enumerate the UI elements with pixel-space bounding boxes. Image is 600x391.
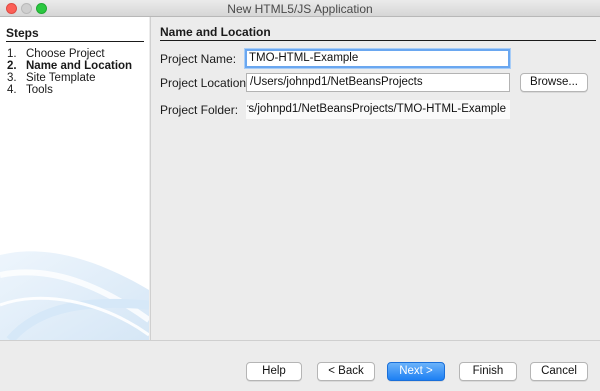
step-item-site-template: 3. Site Template	[7, 72, 132, 84]
browse-button[interactable]: Browse...	[520, 73, 588, 92]
step-number: 4.	[7, 84, 17, 96]
step-label: Site Template	[26, 72, 96, 84]
steps-header: Steps	[6, 26, 144, 42]
next-button[interactable]: Next >	[387, 362, 445, 381]
section-title: Name and Location	[160, 25, 596, 41]
project-folder-label: Project Folder:	[160, 103, 239, 117]
step-item-name-and-location: 2. Name and Location	[7, 60, 132, 72]
project-name-label: Project Name:	[160, 52, 237, 66]
wizard-footer: Help < Back Next > Finish Cancel	[0, 340, 600, 391]
project-folder-field: /Users/johnpd1/NetBeansProjects/TMO-HTML…	[246, 100, 510, 119]
step-label: Name and Location	[26, 60, 133, 72]
project-name-input[interactable]: TMO-HTML-Example	[245, 49, 510, 68]
project-folder-value: /Users/johnpd1/NetBeansProjects/TMO-HTML…	[246, 103, 506, 115]
cancel-button[interactable]: Cancel	[530, 362, 588, 381]
window-titlebar: New HTML5/JS Application	[0, 0, 600, 17]
step-label: Tools	[26, 84, 53, 96]
step-item-choose-project: 1. Choose Project	[7, 48, 132, 60]
decorative-swoosh-graphic	[0, 251, 149, 340]
step-item-tools: 4. Tools	[7, 84, 132, 96]
finish-button[interactable]: Finish	[459, 362, 517, 381]
step-number: 2.	[7, 60, 17, 72]
steps-panel: Steps 1. Choose Project 2. Name and Locati…	[0, 17, 149, 340]
step-number: 3.	[7, 72, 17, 84]
step-number: 1.	[7, 48, 17, 60]
steps-list: 1. Choose Project 2. Name and Location 3. S…	[7, 48, 132, 96]
back-button[interactable]: < Back	[317, 362, 375, 381]
project-location-label: Project Location:	[160, 76, 250, 90]
step-label: Choose Project	[26, 48, 105, 60]
main-content-panel: Name and Location Project Name: TMO-HTML…	[150, 17, 600, 340]
project-location-input[interactable]: /Users/johnpd1/NetBeansProjects	[246, 73, 510, 92]
help-button[interactable]: Help	[246, 362, 302, 381]
window-title: New HTML5/JS Application	[227, 2, 373, 16]
